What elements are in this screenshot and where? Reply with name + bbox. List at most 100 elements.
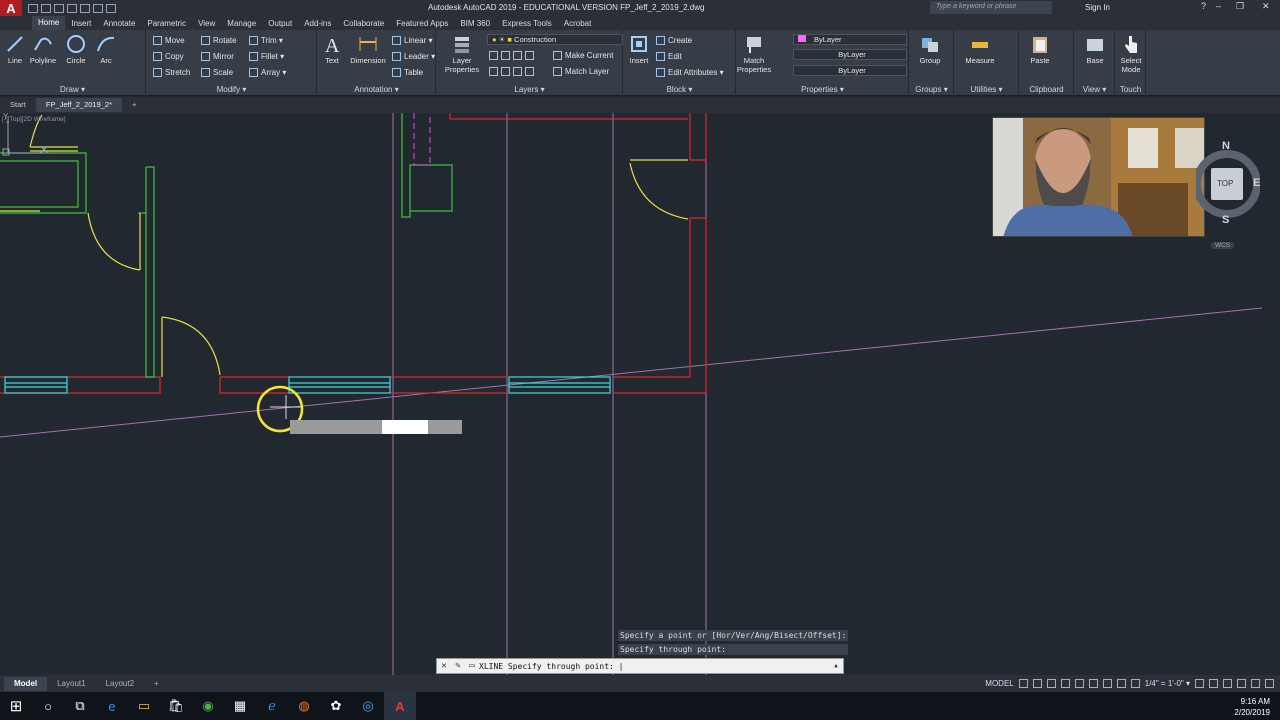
dynamic-input-field-1[interactable] [290, 420, 382, 434]
close-button[interactable]: ✕ [1262, 1, 1270, 12]
lineweight-icon[interactable] [1102, 679, 1112, 688]
viewcube[interactable]: N E S TOP [1196, 138, 1260, 248]
customization-menu-icon[interactable] [1265, 679, 1274, 688]
layer-tools-row-1[interactable] [489, 51, 534, 60]
dynamic-input-tooltip[interactable] [290, 420, 462, 434]
edit-attributes-button[interactable]: Edit Attributes ▾ [656, 68, 724, 77]
autocad-taskbar-icon[interactable]: A [384, 692, 416, 720]
edit-block-button[interactable]: Edit [656, 52, 682, 61]
viewcube-north[interactable]: N [1222, 140, 1230, 152]
plot-icon[interactable] [80, 3, 90, 13]
minimize-button[interactable]: – [1216, 1, 1221, 11]
workspace-gear-icon[interactable] [1195, 679, 1204, 688]
open-icon[interactable] [41, 3, 51, 13]
tab-output[interactable]: Output [262, 19, 298, 28]
new-icon[interactable] [28, 3, 38, 13]
file-explorer-icon[interactable]: ▭ [128, 692, 160, 720]
copy-button[interactable]: Copy [153, 52, 184, 61]
search-icon[interactable]: ○ [32, 692, 64, 720]
tab-collaborate[interactable]: Collaborate [337, 19, 390, 28]
tab-parametric[interactable]: Parametric [141, 19, 192, 28]
redo-icon[interactable] [106, 3, 116, 13]
sign-in-button[interactable]: Sign In [1085, 3, 1110, 12]
tab-home[interactable]: Home [32, 16, 66, 30]
grid-icon[interactable] [1018, 679, 1028, 688]
restore-button[interactable]: ❐ [1236, 1, 1244, 12]
layer-properties-button[interactable]: Layer Properties [442, 34, 482, 74]
save-icon[interactable] [54, 3, 64, 13]
plus-icon[interactable] [1209, 679, 1218, 688]
tab-express-tools[interactable]: Express Tools [496, 19, 558, 28]
media-app-icon[interactable]: ◎ [352, 692, 384, 720]
tab-annotate[interactable]: Annotate [97, 19, 141, 28]
start-tab[interactable]: Start [0, 98, 36, 112]
tab-add-ins[interactable]: Add-ins [298, 19, 337, 28]
clean-screen-icon[interactable] [1251, 679, 1260, 688]
lineweight-dropdown[interactable]: ByLayer [793, 65, 907, 76]
tab-view[interactable]: View [192, 19, 221, 28]
annotation-scale[interactable]: 1/4" = 1'-0" ▾ [1145, 679, 1190, 688]
help-button[interactable]: ? [1201, 1, 1206, 11]
properties-panel-title[interactable]: Properties ▾ [737, 85, 908, 94]
scale-button[interactable]: Scale [201, 68, 233, 77]
stretch-button[interactable]: Stretch [153, 68, 190, 77]
command-line[interactable]: ✕ ✎ ▭ XLINE Specify through point: | ▴ [436, 658, 844, 674]
search-input[interactable]: Type a keyword or phrase [930, 1, 1052, 14]
command-history-arrow-icon[interactable]: ▴ [829, 661, 843, 671]
measure-button[interactable]: Measure [960, 34, 1000, 65]
groups-panel-title[interactable]: Groups ▾ [910, 85, 953, 94]
modify-panel-title[interactable]: Modify ▾ [147, 85, 316, 94]
color-dropdown[interactable]: ByLayer [793, 34, 907, 45]
new-tab-button[interactable]: + [122, 98, 146, 112]
trim-button[interactable]: Trim ▾ [249, 36, 283, 45]
task-view-icon[interactable]: ⧉ [64, 692, 96, 720]
customize-wrench-icon[interactable]: ✎ [451, 661, 465, 671]
paste-button[interactable]: Paste [1020, 34, 1060, 65]
annotation-panel-title[interactable]: Annotation ▾ [318, 85, 435, 94]
leader-button[interactable]: Leader ▾ [392, 52, 435, 61]
tab-manage[interactable]: Manage [221, 19, 262, 28]
drawing-canvas[interactable]: [-][Top][2D Wireframe] N E S TOP WCS Y S… [0, 113, 1280, 675]
group-button[interactable]: Group [910, 34, 950, 65]
windows-start-icon[interactable]: ⊞ [0, 692, 32, 720]
wcs-menu[interactable]: WCS [1211, 242, 1235, 249]
recent-commands-icon[interactable]: ▭ [465, 661, 479, 671]
tab-acrobat[interactable]: Acrobat [558, 19, 598, 28]
calculator-icon[interactable]: ▦ [224, 692, 256, 720]
tab-featured-apps[interactable]: Featured Apps [390, 19, 454, 28]
arc-button[interactable]: Arc [86, 34, 126, 65]
rotate-button[interactable]: Rotate [201, 36, 237, 45]
chrome-icon[interactable]: ◉ [192, 692, 224, 720]
touch-panel-title[interactable]: Touch [1116, 85, 1145, 94]
store-icon[interactable]: 🛍 [160, 692, 192, 720]
model-tab[interactable]: Model [4, 676, 48, 691]
snap-icon[interactable] [1032, 679, 1042, 688]
application-menu-button[interactable]: A [0, 0, 22, 16]
annotation-visibility-icon[interactable] [1130, 679, 1140, 688]
command-prompt-text[interactable]: XLINE Specify through point: | [479, 662, 829, 671]
viewcube-top-face[interactable]: TOP [1217, 179, 1233, 188]
tab-insert[interactable]: Insert [65, 19, 97, 28]
dimension-button[interactable]: Dimension [346, 34, 390, 65]
draw-panel-title[interactable]: Draw ▾ [0, 85, 145, 94]
utilities-panel-title[interactable]: Utilities ▾ [955, 85, 1018, 94]
recording-app-icon[interactable]: ✿ [320, 692, 352, 720]
undo-icon[interactable] [93, 3, 103, 13]
dynamic-input-field-3[interactable] [428, 420, 462, 434]
match-properties-button[interactable]: Match Properties [734, 34, 774, 74]
base-button[interactable]: Base [1075, 34, 1115, 65]
model-space-button[interactable]: MODEL [985, 679, 1013, 688]
viewcube-east[interactable]: E [1253, 177, 1260, 189]
layer-tools-row-2[interactable] [489, 67, 534, 76]
osnap-icon[interactable] [1074, 679, 1084, 688]
make-current-button[interactable]: Make Current [553, 51, 613, 60]
layout2-tab[interactable]: Layout2 [96, 679, 144, 688]
create-block-button[interactable]: Create [656, 36, 692, 45]
table-button[interactable]: Table [392, 68, 423, 77]
transparency-icon[interactable] [1116, 679, 1126, 688]
select-mode-button[interactable]: Select Mode [1111, 34, 1151, 74]
hardware-acceleration-icon[interactable] [1237, 679, 1246, 688]
dynamic-input-field-2[interactable] [382, 420, 428, 434]
linear-button[interactable]: Linear ▾ [392, 36, 432, 45]
internet-explorer-icon[interactable]: ℯ [256, 692, 288, 720]
